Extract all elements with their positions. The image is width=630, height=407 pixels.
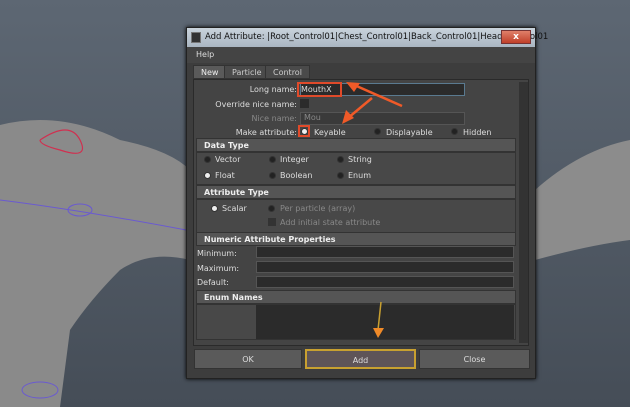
menu-bar: Help [187, 47, 535, 63]
maximum-input[interactable] [256, 261, 514, 273]
panel-scrollbar[interactable] [519, 82, 528, 343]
add-initial-state-checkbox[interactable] [268, 218, 276, 226]
per-particle-label: Per particle (array) [280, 204, 356, 213]
integer-label: Integer [280, 155, 309, 164]
minimum-input[interactable] [256, 246, 514, 258]
string-label: String [348, 155, 372, 164]
boolean-label: Boolean [280, 171, 313, 180]
minimum-label: Minimum: [197, 249, 237, 258]
default-label: Default: [197, 278, 229, 287]
close-button[interactable]: Close [419, 349, 530, 369]
default-input[interactable] [256, 276, 514, 288]
ok-button[interactable]: OK [194, 349, 302, 369]
tab-particle[interactable]: Particle [224, 65, 270, 79]
scalar-label: Scalar [222, 204, 247, 213]
enum-radio[interactable] [337, 172, 344, 179]
annotation-arrows-icon [342, 82, 403, 124]
enum-names-header[interactable]: Enum Names [196, 290, 516, 304]
hidden-label: Hidden [463, 128, 492, 137]
enum-label: Enum [348, 171, 371, 180]
character-mesh [0, 120, 190, 407]
string-radio[interactable] [337, 156, 344, 163]
data-type-header[interactable]: Data Type [196, 138, 516, 152]
annotation-arrow-add-icon [373, 301, 384, 338]
window-title: Add Attribute: |Root_Control01|Chest_Con… [205, 32, 549, 42]
tab-control[interactable]: Control [265, 65, 310, 79]
vector-label: Vector [215, 155, 241, 164]
override-nice-name-checkbox[interactable] [300, 99, 309, 108]
maximum-label: Maximum: [197, 264, 240, 273]
add-initial-state-label: Add initial state attribute [280, 218, 381, 227]
close-window-button[interactable]: x [501, 30, 531, 44]
override-nice-name-label: Override nice name: [215, 100, 297, 109]
per-particle-radio[interactable] [268, 205, 275, 212]
add-button[interactable]: Add [305, 349, 416, 369]
make-attribute-label: Make attribute: [235, 128, 297, 137]
add-attribute-dialog: Add Attribute: |Root_Control01|Chest_Con… [186, 27, 548, 379]
character-arm [535, 140, 630, 260]
boolean-radio[interactable] [269, 172, 276, 179]
menu-help[interactable]: Help [196, 50, 214, 59]
title-bar[interactable]: Add Attribute: |Root_Control01|Chest_Con… [187, 28, 548, 47]
vector-radio[interactable] [204, 156, 211, 163]
long-name-label: Long name: [249, 85, 297, 94]
nice-name-label: Nice name: [251, 114, 297, 123]
hidden-radio[interactable] [451, 128, 458, 135]
numeric-properties-header[interactable]: Numeric Attribute Properties [196, 232, 516, 246]
attribute-type-header[interactable]: Attribute Type [196, 185, 516, 199]
float-label: Float [215, 171, 235, 180]
tab-new[interactable]: New [193, 65, 227, 79]
keyable-radio[interactable] [301, 128, 308, 135]
maya-app-icon [191, 32, 201, 43]
scalar-radio[interactable] [211, 205, 218, 212]
integer-radio[interactable] [269, 156, 276, 163]
float-radio[interactable] [204, 172, 211, 179]
